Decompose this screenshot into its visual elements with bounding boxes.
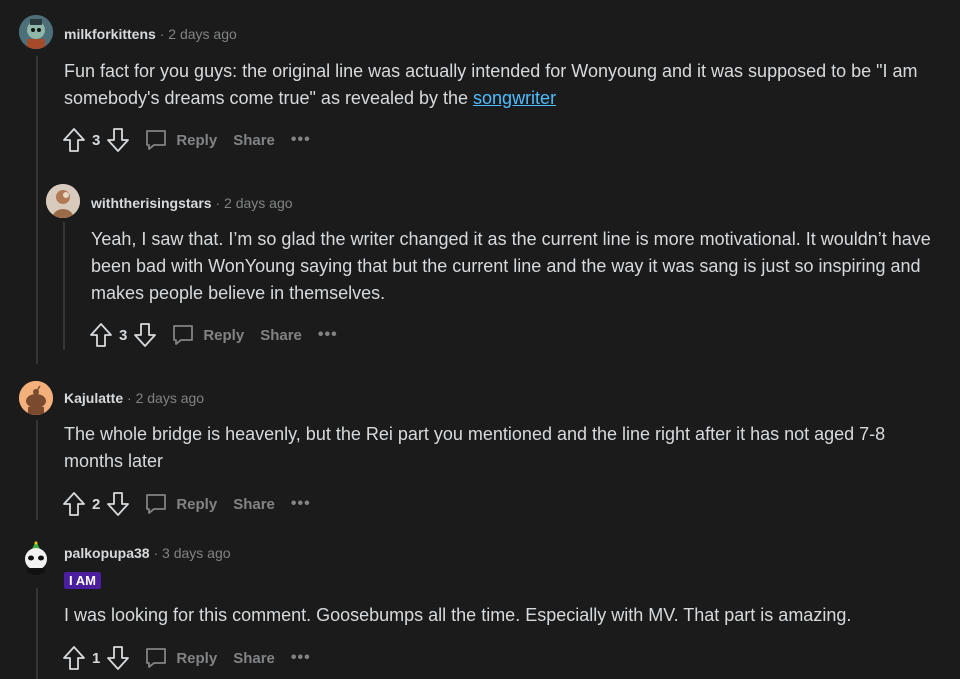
comment-meta: milkforkittens · 2 days ago xyxy=(64,26,237,42)
comment-bubble-icon xyxy=(146,494,167,514)
comment-body: Fun fact for you guys: the original line… xyxy=(64,58,944,112)
timestamp[interactable]: 3 days ago xyxy=(162,545,231,561)
comment-body: Yeah, I saw that. I’m so glad the writer… xyxy=(91,229,931,303)
avatar[interactable] xyxy=(19,541,53,575)
upvote-icon[interactable] xyxy=(62,491,86,517)
comment-body: The whole bridge is heavenly, but the Re… xyxy=(64,424,886,471)
comment-meta: Kajulatte · 2 days ago xyxy=(64,390,204,406)
reply-label: Reply xyxy=(176,649,218,667)
reply-label: Reply xyxy=(176,131,218,149)
reply-button[interactable]: Reply xyxy=(144,492,217,516)
separator: · xyxy=(159,26,165,42)
reply-button[interactable]: Reply xyxy=(144,646,217,670)
timestamp[interactable]: 2 days ago xyxy=(168,26,237,42)
songwriter-link[interactable]: songwriter xyxy=(473,88,556,108)
reply-button[interactable]: Reply xyxy=(171,323,244,347)
more-options-icon[interactable]: ••• xyxy=(318,326,338,344)
avatar[interactable] xyxy=(46,184,80,218)
vote-count: 3 xyxy=(92,131,101,149)
upvote-icon[interactable] xyxy=(62,127,86,153)
user-photo-icon xyxy=(46,184,80,218)
reply-button[interactable]: Reply xyxy=(144,128,217,152)
panda-snoo-icon xyxy=(25,541,47,575)
downvote-icon[interactable] xyxy=(106,127,130,153)
reply-label: Reply xyxy=(203,326,245,344)
avatar[interactable] xyxy=(19,381,53,415)
thread-line[interactable] xyxy=(36,420,38,520)
upvote-icon[interactable] xyxy=(89,322,113,348)
comment-body: I was looking for this comment. Goosebum… xyxy=(64,605,852,625)
vote-count: 2 xyxy=(92,495,101,513)
downvote-icon[interactable] xyxy=(133,322,157,348)
vote-count: 1 xyxy=(92,649,101,667)
reply-label: Reply xyxy=(176,495,218,513)
more-options-icon[interactable]: ••• xyxy=(291,495,311,513)
comment-actions: 3 Reply Share ••• xyxy=(62,126,311,154)
thread-line[interactable] xyxy=(36,56,38,364)
share-button[interactable]: Share xyxy=(233,132,275,149)
avatar[interactable] xyxy=(19,15,53,49)
separator: · xyxy=(215,195,221,211)
comment-actions: 3 Reply Share ••• xyxy=(89,321,338,349)
timestamp[interactable]: 2 days ago xyxy=(224,195,293,211)
comment-actions: 2 Reply Share ••• xyxy=(62,490,311,518)
comment-meta: withtherisingstars · 2 days ago xyxy=(91,195,293,211)
share-button[interactable]: Share xyxy=(260,327,302,344)
username[interactable]: palkopupa38 xyxy=(64,545,150,561)
comment-actions: 1 Reply Share ••• xyxy=(62,644,311,672)
comment-bubble-icon xyxy=(173,325,194,345)
username[interactable]: withtherisingstars xyxy=(91,195,212,211)
default-snoo-icon xyxy=(19,381,53,415)
username[interactable]: Kajulatte xyxy=(64,390,123,406)
comment-bubble-icon xyxy=(146,648,167,668)
share-button[interactable]: Share xyxy=(233,650,275,667)
share-button[interactable]: Share xyxy=(233,496,275,513)
thread-line[interactable] xyxy=(63,222,65,350)
comment-bubble-icon xyxy=(146,130,167,150)
timestamp[interactable]: 2 days ago xyxy=(136,390,205,406)
user-flair: I AM xyxy=(64,572,101,589)
more-options-icon[interactable]: ••• xyxy=(291,649,311,667)
upvote-icon[interactable] xyxy=(62,645,86,671)
separator: · xyxy=(127,390,132,406)
downvote-icon[interactable] xyxy=(106,645,130,671)
username[interactable]: milkforkittens xyxy=(64,26,156,42)
snoo-avatar-icon xyxy=(19,15,53,49)
vote-count: 3 xyxy=(119,326,128,344)
downvote-icon[interactable] xyxy=(106,491,130,517)
separator: · xyxy=(153,545,159,561)
more-options-icon[interactable]: ••• xyxy=(291,131,311,149)
thread-line[interactable] xyxy=(36,588,38,679)
comment-meta: palkopupa38 · 3 days ago xyxy=(64,545,231,561)
